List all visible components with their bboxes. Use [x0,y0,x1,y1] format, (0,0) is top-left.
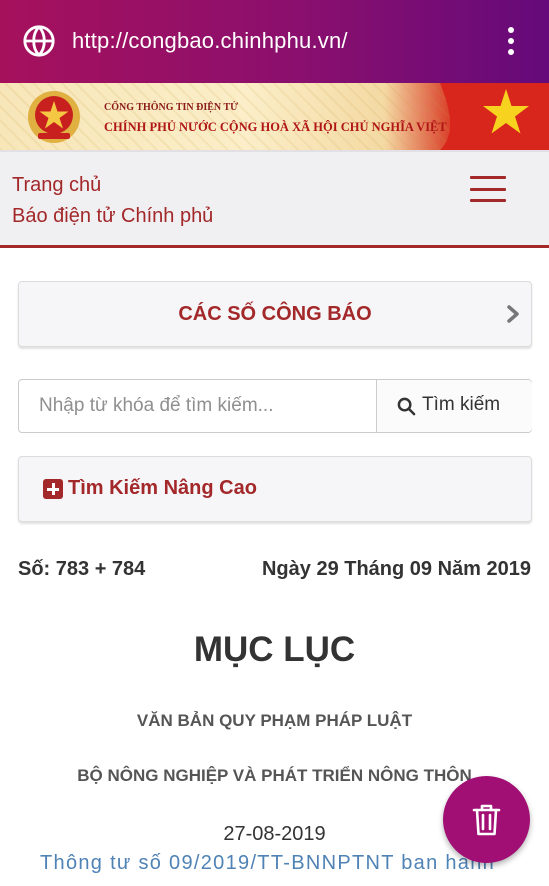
vietnam-flag-icon [440,83,549,150]
search-input[interactable] [19,380,377,432]
search-bar: Tìm kiếm [18,379,532,433]
trash-icon [472,804,501,836]
issue-number: Số: 783 + 784 [18,558,146,580]
nav-link-government-news[interactable]: Báo điện tử Chính phủ [12,205,213,228]
site-header: Trang chủ Báo điện tử Chính phủ [0,150,549,248]
table-of-contents-title: MỤC LỤC [193,630,356,669]
url-text[interactable]: http://congbao.chinhphu.vn/ [72,28,348,54]
section-heading: VĂN BẢN QUY PHẠM PHÁP LUẬT [136,711,413,730]
issue-date: Ngày 29 Tháng 09 Năm 2019 [261,558,531,580]
plus-square-icon [43,479,63,499]
chevron-right-icon [507,305,519,323]
globe-icon [23,25,55,57]
search-button[interactable]: Tìm kiếm [376,380,532,432]
gazette-issues-button[interactable]: CÁC SỐ CÔNG BÁO [18,281,532,347]
delete-fab-button[interactable] [443,776,530,863]
national-emblem-icon [28,91,80,143]
government-banner[interactable]: CỔNG THÔNG TIN ĐIỆN TỬ CHÍNH PHỦ NƯỚC CỘ… [0,83,549,150]
gazette-issues-label: CÁC SỐ CÔNG BÁO [178,303,372,325]
banner-government-title: CHÍNH PHỦ NƯỚC CỘNG HOÀ XÃ HỘI CHỦ NGHĨA… [104,120,480,134]
search-button-label: Tìm kiếm [422,394,501,415]
advanced-search-button[interactable]: Tìm Kiếm Nâng Cao [18,456,532,522]
browser-url-bar[interactable]: http://congbao.chinhphu.vn/ [0,0,549,83]
document-link[interactable]: Thông tư số 09/2019/TT-BNNPTNT ban hành [40,852,510,875]
hamburger-menu-icon[interactable] [470,176,506,202]
nav-link-home[interactable]: Trang chủ [12,174,101,197]
banner-portal-title: CỔNG THÔNG TIN ĐIỆN TỬ [104,102,239,113]
more-vert-icon[interactable] [502,24,520,58]
search-icon [397,397,416,416]
advanced-search-label: Tìm Kiếm Nâng Cao [68,477,257,499]
